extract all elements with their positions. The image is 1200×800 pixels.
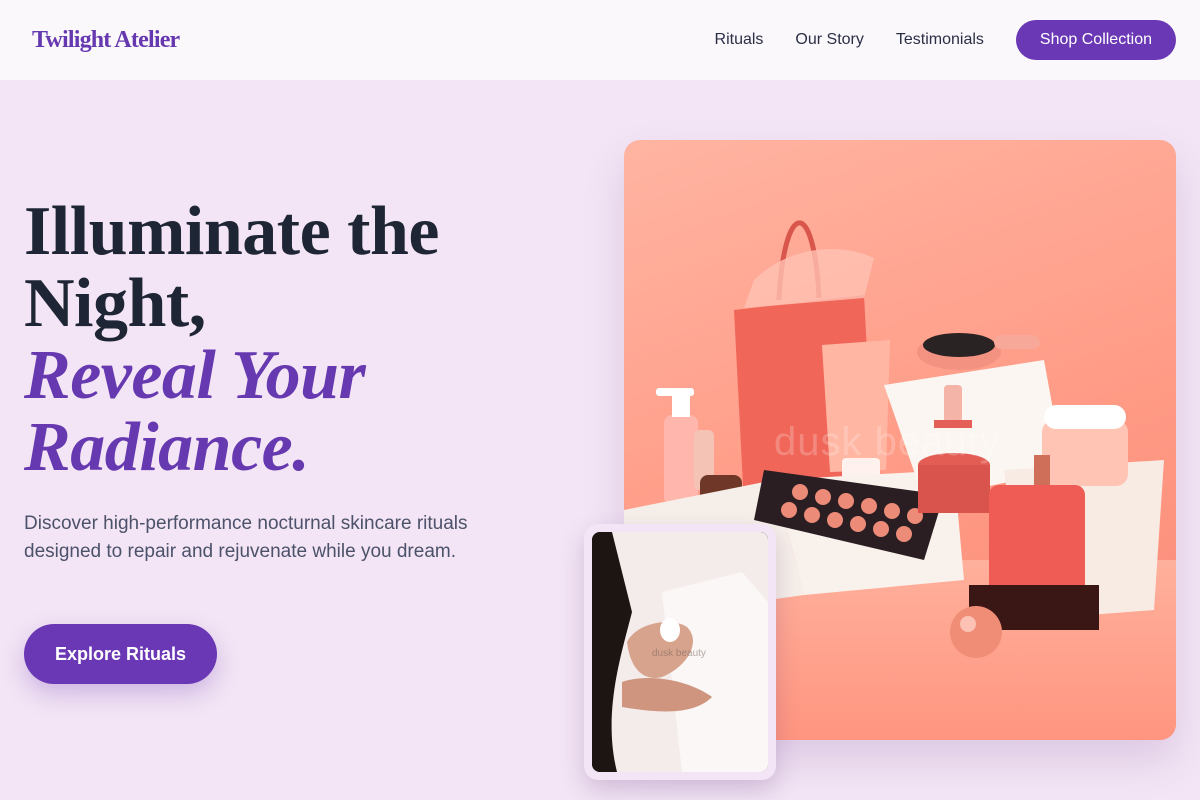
nav-link-rituals[interactable]: Rituals xyxy=(715,31,764,49)
shop-collection-button[interactable]: Shop Collection xyxy=(1015,20,1176,60)
explore-rituals-button[interactable]: Explore Rituals xyxy=(24,624,217,684)
hand-cream-photo: dusk beauty xyxy=(592,532,768,772)
hero-title-accent: Reveal Your Radiance. xyxy=(24,337,366,486)
nav-link-our-story[interactable]: Our Story xyxy=(795,31,863,49)
inset-image-card: dusk beauty xyxy=(584,524,776,780)
inset-image-watermark: dusk beauty xyxy=(652,648,706,659)
main-image-watermark: dusk beauty xyxy=(774,420,1001,464)
hero-title-line1: Illuminate the Night, xyxy=(24,193,439,342)
site-header: Twilight Atelier Rituals Our Story Testi… xyxy=(0,0,1200,80)
main-nav: Rituals Our Story Testimonials Shop Coll… xyxy=(715,20,1176,60)
hero-description: Discover high-performance nocturnal skin… xyxy=(24,513,468,562)
brand-logo[interactable]: Twilight Atelier xyxy=(32,27,180,54)
nav-link-testimonials[interactable]: Testimonials xyxy=(896,31,984,49)
hero-title: Illuminate the Night, Reveal Your Radian… xyxy=(24,196,544,484)
